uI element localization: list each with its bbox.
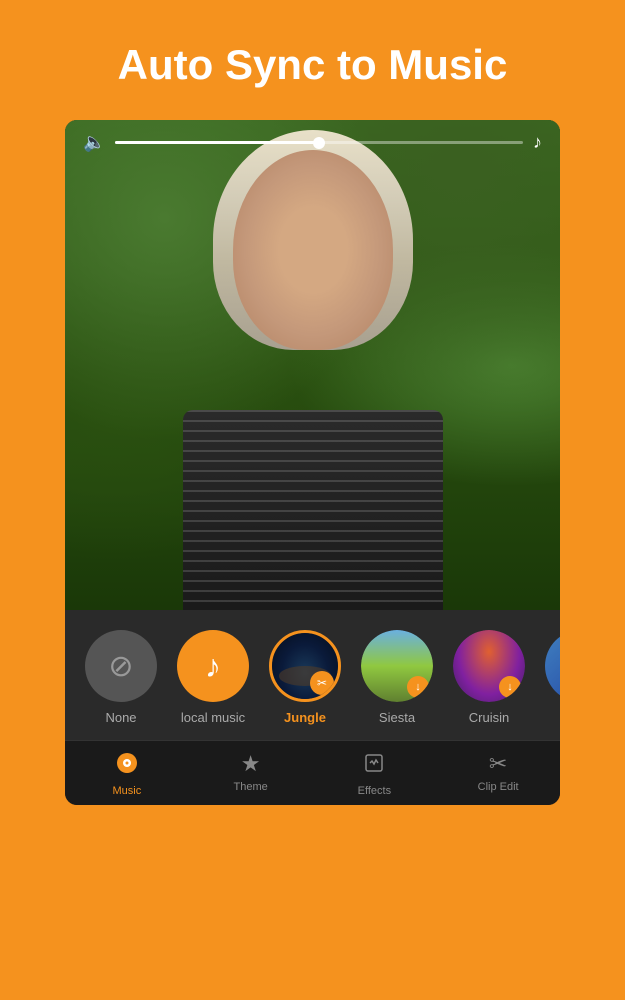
header: Auto Sync to Music bbox=[0, 0, 625, 120]
tab-effects[interactable]: Effects bbox=[313, 741, 437, 805]
music-tab-label: Music bbox=[113, 785, 142, 797]
bottom-nav: Music ★ Theme Effects ✂ Clip Edit bbox=[65, 740, 560, 805]
music-item-cruisin[interactable]: ↓ Cruisin bbox=[453, 630, 525, 725]
body-element bbox=[183, 410, 443, 610]
music-thumb-cruisin[interactable]: ↓ bbox=[453, 630, 525, 702]
music-thumb-partial[interactable] bbox=[545, 630, 560, 702]
music-thumb-none[interactable]: ⊘ bbox=[85, 630, 157, 702]
music-item-jungle[interactable]: ✂ Jungle bbox=[269, 630, 341, 725]
clip-edit-tab-label: Clip Edit bbox=[478, 781, 519, 793]
music-label-siesta: Siesta bbox=[379, 710, 415, 725]
partial-photo bbox=[545, 630, 560, 702]
music-label-local: local music bbox=[181, 710, 245, 725]
effects-tab-label: Effects bbox=[358, 785, 391, 797]
music-thumb-siesta[interactable]: ↓ bbox=[361, 630, 433, 702]
download-badge-cruisin: ↓ bbox=[499, 676, 521, 698]
phone-container: 🔈 ♪ ⊘ None ♪ lo bbox=[65, 120, 560, 805]
face-element bbox=[233, 150, 393, 350]
music-label-jungle: Jungle bbox=[284, 710, 326, 725]
music-panel: ⊘ None ♪ local music ✂ Jungle bbox=[65, 610, 560, 740]
video-area: 🔈 ♪ bbox=[65, 120, 560, 610]
tab-clip-edit[interactable]: ✂ Clip Edit bbox=[436, 741, 560, 805]
music-item-siesta[interactable]: ↓ Siesta bbox=[361, 630, 433, 725]
scissors-badge: ✂ bbox=[310, 671, 334, 695]
music-label-cruisin: Cruisin bbox=[469, 710, 509, 725]
music-tab-icon bbox=[115, 751, 139, 781]
progress-track[interactable] bbox=[115, 141, 523, 144]
download-badge-siesta: ↓ bbox=[407, 676, 429, 698]
music-thumb-jungle[interactable]: ✂ bbox=[269, 630, 341, 702]
local-music-icon: ♪ bbox=[205, 648, 221, 685]
music-label-none: None bbox=[105, 710, 136, 725]
progress-fill bbox=[115, 141, 319, 144]
shirt-stripes bbox=[183, 410, 443, 610]
music-note-icon[interactable]: ♪ bbox=[533, 132, 542, 153]
theme-tab-icon: ★ bbox=[241, 751, 261, 777]
video-preview: 🔈 ♪ bbox=[65, 120, 560, 610]
effects-tab-icon bbox=[362, 751, 386, 781]
music-item-local[interactable]: ♪ local music bbox=[177, 630, 249, 725]
volume-icon[interactable]: 🔈 bbox=[83, 132, 105, 153]
tab-music[interactable]: Music bbox=[65, 741, 189, 805]
theme-tab-label: Theme bbox=[234, 781, 268, 793]
progress-thumb[interactable] bbox=[313, 137, 325, 149]
music-thumb-local[interactable]: ♪ bbox=[177, 630, 249, 702]
page-title: Auto Sync to Music bbox=[20, 40, 605, 90]
none-icon: ⊘ bbox=[108, 649, 133, 684]
progress-bar-area[interactable]: 🔈 ♪ bbox=[65, 132, 560, 153]
music-item-none[interactable]: ⊘ None bbox=[85, 630, 157, 725]
music-item-partial[interactable]: Ju... bbox=[545, 630, 560, 725]
clip-edit-tab-icon: ✂ bbox=[489, 751, 507, 777]
music-items-list: ⊘ None ♪ local music ✂ Jungle bbox=[65, 630, 560, 725]
tab-theme[interactable]: ★ Theme bbox=[189, 741, 313, 805]
